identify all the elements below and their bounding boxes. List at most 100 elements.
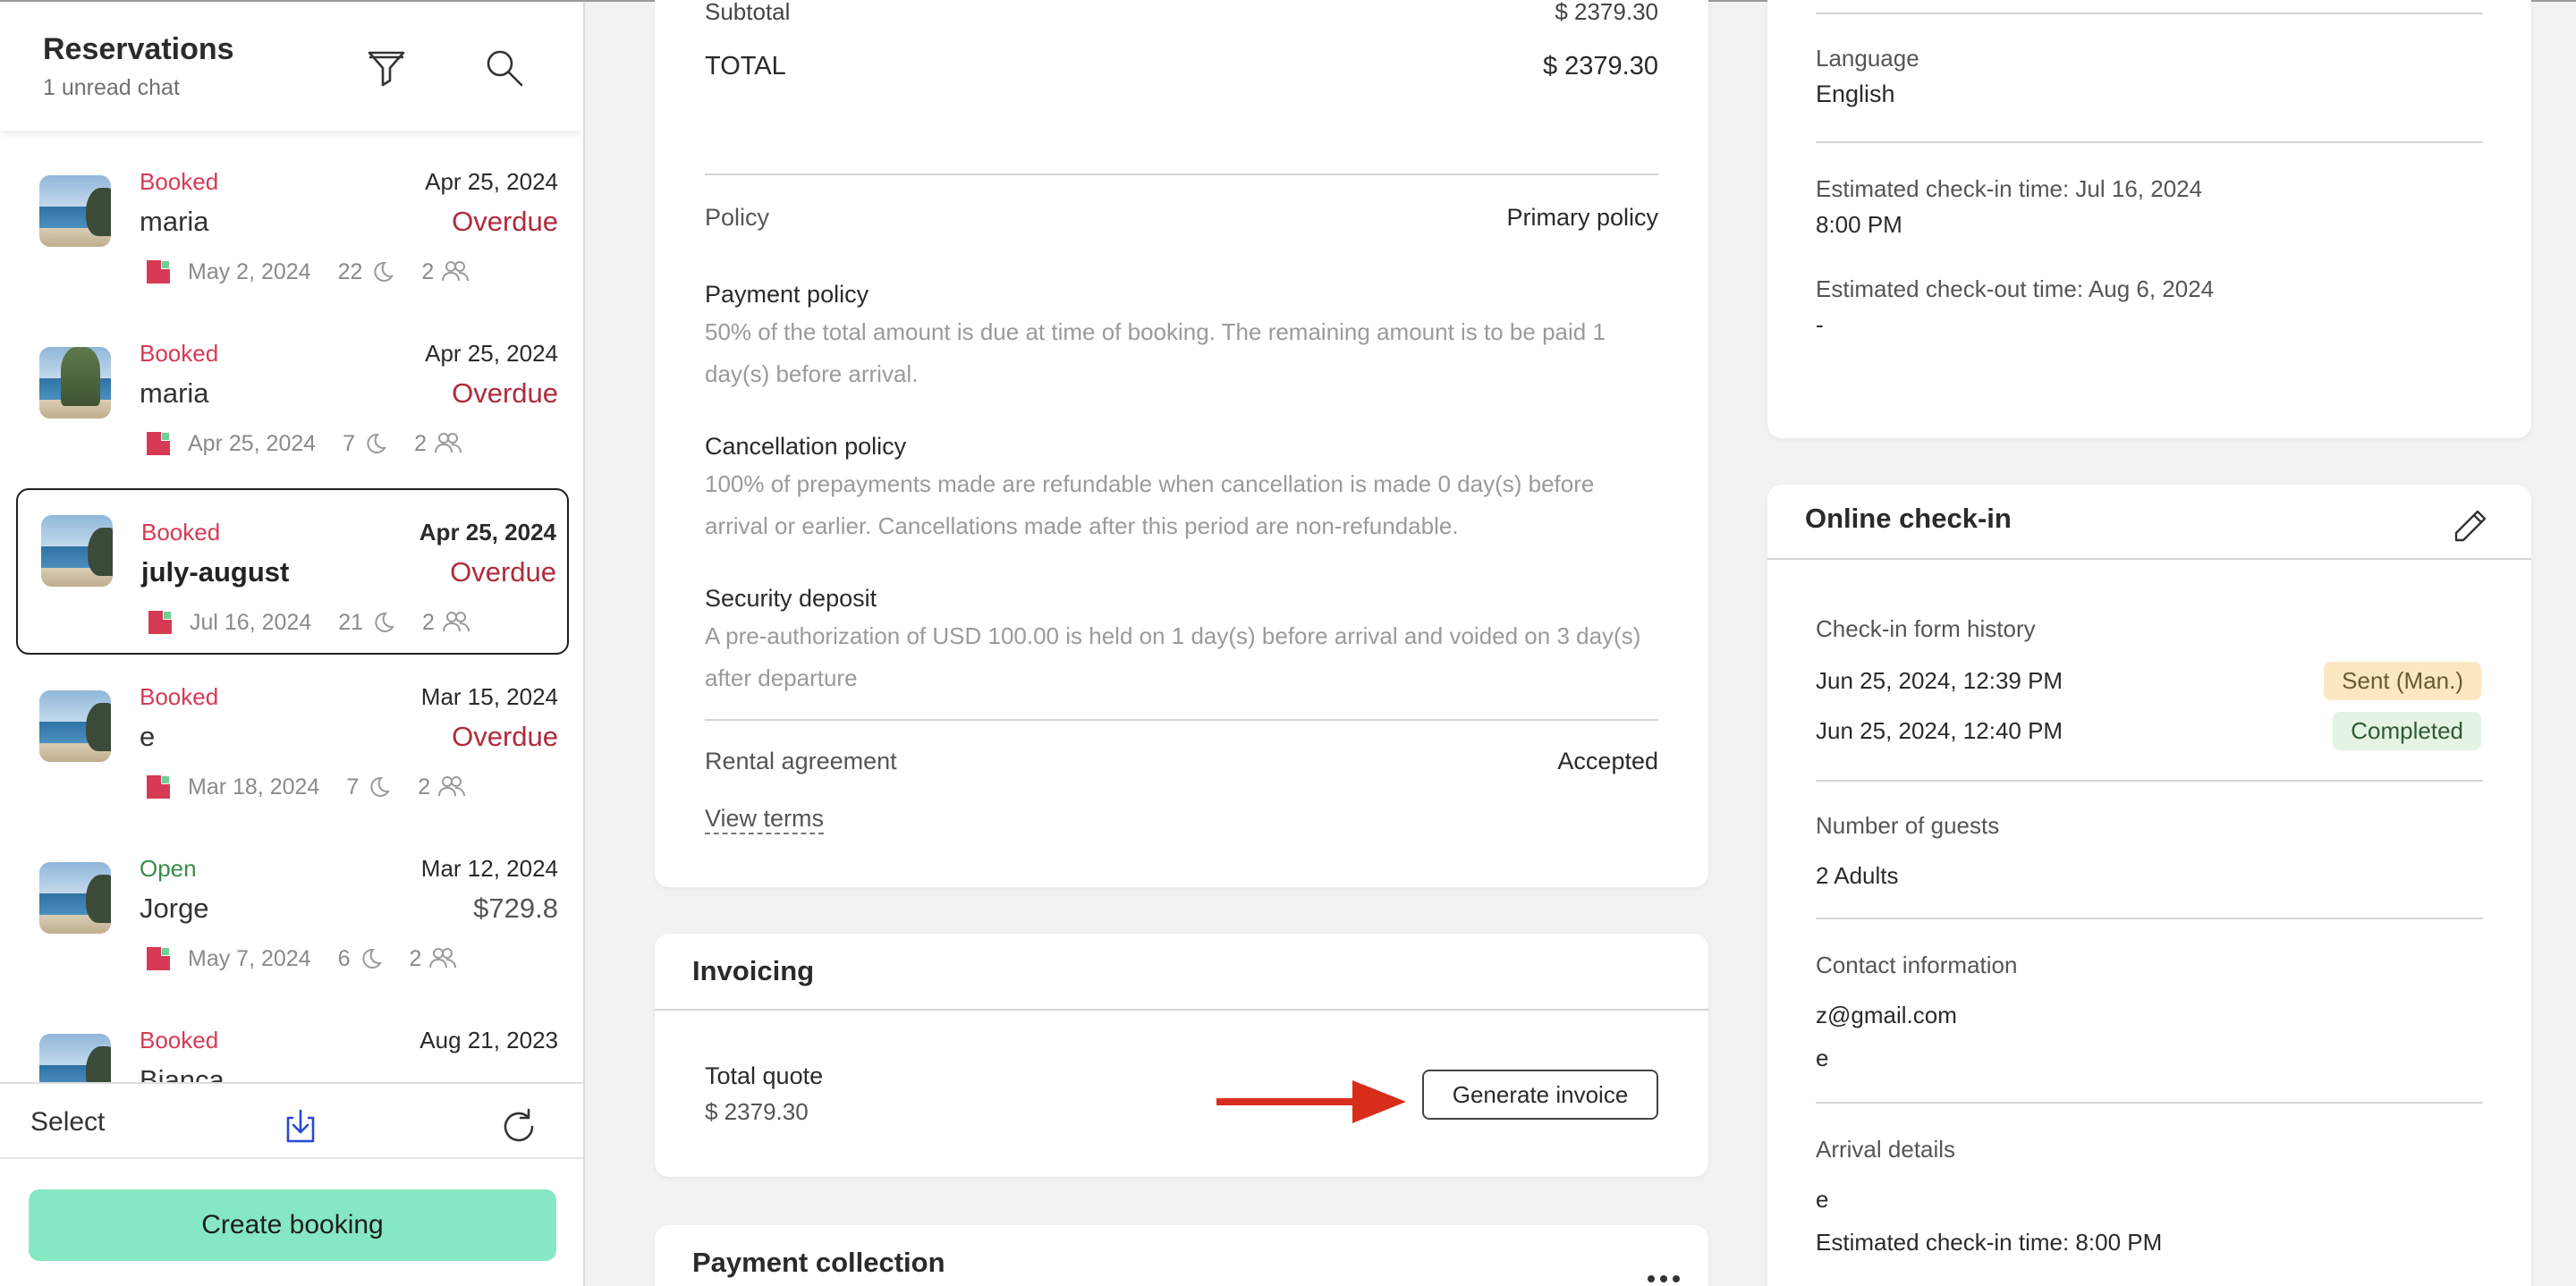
language-label: Language bbox=[1816, 45, 1919, 72]
property-thumbnail bbox=[39, 862, 111, 934]
search-icon bbox=[487, 50, 523, 87]
create-booking-button[interactable]: Create booking bbox=[29, 1189, 556, 1261]
reservation-date: Apr 25, 2024 bbox=[419, 519, 556, 546]
moon-icon bbox=[375, 612, 394, 632]
subtotal-label: Subtotal bbox=[705, 0, 791, 25]
divider bbox=[1816, 141, 2483, 143]
divider bbox=[1816, 780, 2483, 782]
checkin-date: Mar 18, 2024 bbox=[188, 774, 320, 800]
invoicing-card: Invoicing Total quote $ 2379.30 Generate… bbox=[655, 934, 1708, 1177]
nights-count: 7 bbox=[346, 774, 360, 800]
checkin-date: May 2, 2024 bbox=[188, 258, 311, 284]
divider bbox=[1767, 558, 2531, 560]
guest-name: Jorge bbox=[140, 893, 209, 924]
cancellation-policy-title: Cancellation policy bbox=[705, 433, 907, 460]
page-title: Reservations bbox=[43, 32, 234, 66]
reservation-item[interactable]: Booked Apr 25, 2024 maria Overdue Apr 25… bbox=[16, 340, 569, 506]
filter-icon bbox=[368, 51, 405, 87]
booking-source-icon bbox=[147, 775, 170, 799]
reservation-date: Mar 12, 2024 bbox=[420, 855, 558, 882]
nights-count: 6 bbox=[337, 945, 351, 971]
total-value: $ 2379.30 bbox=[1542, 52, 1658, 80]
payment-collection-card: Payment collection bbox=[655, 1225, 1708, 1286]
booking-source-icon bbox=[147, 947, 170, 970]
history-time: Jun 25, 2024, 12:39 PM bbox=[1816, 667, 2063, 694]
guests-count: 2 bbox=[418, 774, 431, 800]
select-button[interactable]: Select bbox=[30, 1107, 105, 1138]
guests-count: 2 bbox=[414, 430, 427, 456]
property-thumbnail bbox=[41, 515, 113, 587]
unread-chat-count: 1 unread chat bbox=[43, 75, 180, 100]
annotation-arrow-icon bbox=[1216, 1080, 1406, 1123]
refresh-button[interactable] bbox=[494, 1102, 544, 1152]
total-quote-value: $ 2379.30 bbox=[705, 1098, 809, 1125]
checkin-date: Jul 16, 2024 bbox=[190, 609, 312, 635]
est-checkin-value: 8:00 PM bbox=[1816, 211, 1902, 238]
search-button[interactable] bbox=[479, 43, 530, 93]
reservation-meta: May 2, 2024 22 2 bbox=[140, 258, 470, 286]
booking-source-icon bbox=[147, 260, 170, 283]
reservation-item[interactable]: Open Mar 12, 2024 Jorge $729.8 May 7, 20… bbox=[16, 855, 569, 1021]
filter-button[interactable] bbox=[361, 43, 411, 93]
cancellation-policy-text: 100% of prepayments made are refundable … bbox=[705, 470, 1595, 539]
est-checkin-label: Estimated check-in time: Jul 16, 2024 bbox=[1816, 175, 2203, 202]
checkin-date: May 7, 2024 bbox=[188, 945, 311, 971]
moon-icon bbox=[361, 948, 382, 969]
nights-count: 7 bbox=[343, 430, 356, 456]
guests-label: Number of guests bbox=[1816, 812, 2000, 839]
download-button[interactable] bbox=[275, 1102, 326, 1152]
moon-icon bbox=[370, 776, 391, 797]
reservation-status: Booked bbox=[141, 519, 221, 546]
reservation-item-selected[interactable]: Booked Apr 25, 2024 july-august Overdue … bbox=[16, 488, 569, 655]
reservation-meta: May 7, 2024 6 2 bbox=[140, 944, 457, 973]
edit-checkin-button[interactable] bbox=[2445, 501, 2496, 551]
booking-source-icon bbox=[147, 432, 170, 455]
reservation-item[interactable]: Booked Mar 15, 2024 e Overdue Mar 18, 20… bbox=[16, 683, 569, 850]
guests-icon bbox=[438, 776, 466, 797]
guests-count: 2 bbox=[422, 609, 435, 635]
generate-invoice-button[interactable]: Generate invoice bbox=[1422, 1070, 1658, 1120]
policy-label: Policy bbox=[705, 204, 770, 231]
booking-source-icon bbox=[148, 611, 172, 634]
payment-collection-title: Payment collection bbox=[692, 1247, 945, 1278]
policy-value: Primary policy bbox=[1506, 204, 1658, 231]
divider bbox=[705, 173, 1658, 175]
security-deposit-text: A pre-authorization of USD 100.00 is hel… bbox=[705, 622, 1641, 691]
contact-label: Contact information bbox=[1816, 952, 2018, 978]
contact-email: z@gmail.com bbox=[1816, 1002, 1957, 1028]
reservation-amount: $729.8 bbox=[473, 893, 558, 924]
payment-status: Overdue bbox=[452, 377, 558, 409]
more-options-button[interactable] bbox=[1639, 1261, 1689, 1286]
payment-policy-title: Payment policy bbox=[705, 281, 869, 308]
view-terms-link[interactable]: View terms bbox=[705, 805, 825, 834]
status-badge-completed: Completed bbox=[2333, 712, 2481, 750]
rental-agreement-status: Accepted bbox=[1557, 748, 1658, 774]
pencil-icon bbox=[2454, 510, 2487, 542]
contact-extra: e bbox=[1816, 1045, 1829, 1071]
moon-icon bbox=[367, 433, 387, 453]
divider bbox=[1816, 1102, 2483, 1104]
arrival-value: e bbox=[1816, 1186, 1829, 1213]
property-thumbnail bbox=[39, 175, 111, 247]
arrival-time: Estimated check-in time: 8:00 PM bbox=[1816, 1229, 2163, 1256]
divider bbox=[655, 1009, 1708, 1011]
total-label: TOTAL bbox=[705, 52, 786, 80]
language-value: English bbox=[1816, 80, 1895, 107]
reservation-item[interactable]: Booked Apr 25, 2024 maria Overdue May 2,… bbox=[16, 168, 569, 334]
est-checkout-value: - bbox=[1816, 311, 1824, 338]
reservation-status: Booked bbox=[140, 1027, 219, 1053]
guests-count: 2 bbox=[409, 945, 422, 971]
refresh-icon bbox=[504, 1108, 534, 1142]
property-thumbnail bbox=[39, 690, 111, 762]
reservation-status: Booked bbox=[140, 683, 219, 710]
moon-icon bbox=[374, 261, 394, 282]
subtotal-value: $ 2379.30 bbox=[1555, 0, 1658, 25]
guests-icon bbox=[442, 612, 470, 632]
download-icon bbox=[286, 1109, 315, 1143]
reservation-meta: Mar 18, 2024 7 2 bbox=[140, 773, 466, 801]
reservation-meta: Jul 16, 2024 21 2 bbox=[141, 608, 470, 637]
reservations-sidebar: Booked Apr 25, 2024 maria Overdue May 2,… bbox=[0, 2, 585, 1286]
payment-status: Overdue bbox=[452, 206, 558, 237]
status-badge-sent: Sent (Man.) bbox=[2324, 662, 2481, 700]
guest-name: e bbox=[140, 721, 156, 752]
